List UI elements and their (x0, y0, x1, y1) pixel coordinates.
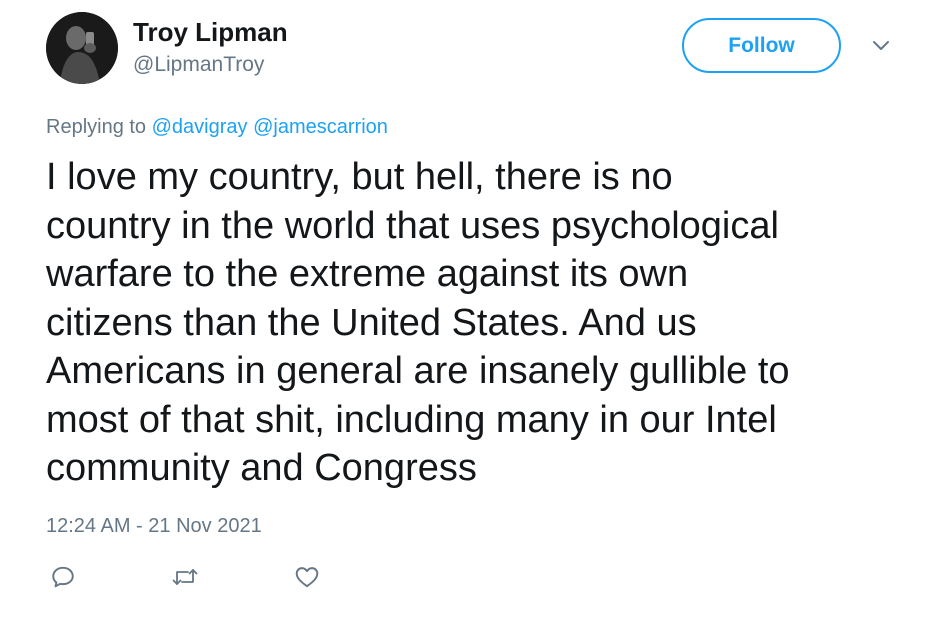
retweet-icon[interactable] (168, 560, 202, 594)
avatar[interactable] (46, 12, 118, 84)
more-options-chevron-down-icon[interactable] (869, 36, 893, 56)
follow-button[interactable]: Follow (682, 18, 841, 73)
mention-link-davigray[interactable]: @davigray (152, 116, 248, 138)
like-heart-icon[interactable] (290, 560, 324, 594)
avatar-photo (46, 12, 118, 84)
mention-link-jamescarrion[interactable]: @jamescarrion (253, 116, 388, 138)
replying-to-label: Replying to (46, 116, 147, 138)
replying-to-line: Replying to @davigray @jamescarrion (46, 114, 388, 140)
tweet-timestamp[interactable]: 12:24 AM - 21 Nov 2021 (46, 513, 262, 539)
tweet-text: I love my country, but hell, there is no… (46, 156, 790, 489)
author-display-name[interactable]: Troy Lipman (133, 17, 288, 47)
reply-icon[interactable] (46, 560, 80, 594)
tweet-card: Troy Lipman @LipmanTroy Follow Replying … (0, 0, 945, 625)
author-handle[interactable]: @LipmanTroy (133, 52, 264, 78)
